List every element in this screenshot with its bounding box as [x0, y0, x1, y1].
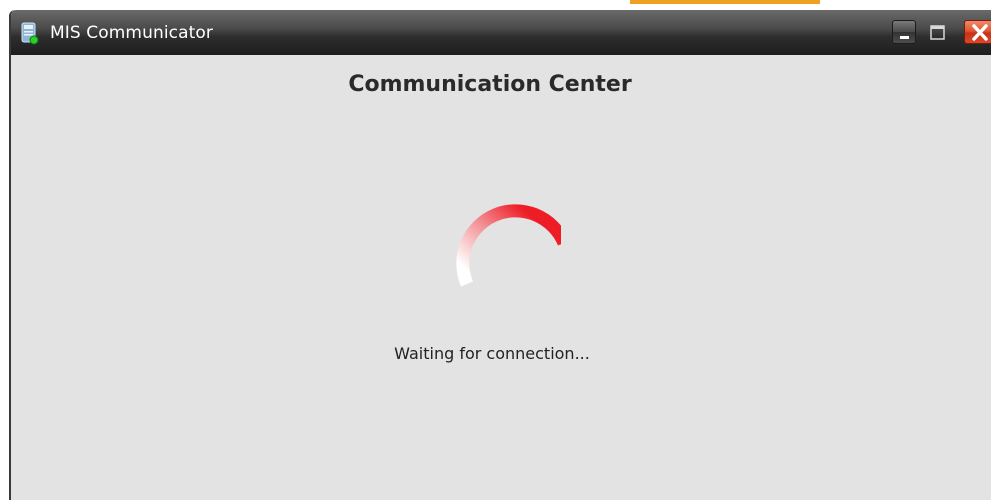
- close-icon: [972, 24, 988, 41]
- spinner-arc: [456, 204, 561, 287]
- window-title: MIS Communicator: [50, 23, 213, 43]
- app-window: MIS Communicator Communication Center Wa…: [9, 10, 991, 500]
- minimize-icon: [900, 36, 909, 39]
- app-icon: [21, 22, 39, 45]
- background-accent-line: [630, 0, 820, 4]
- maximize-button[interactable]: [924, 20, 948, 44]
- maximize-icon: [930, 25, 945, 40]
- connection-status-text: Waiting for connection...: [394, 344, 590, 363]
- minimize-button[interactable]: [892, 20, 916, 44]
- close-button[interactable]: [964, 20, 991, 44]
- page-heading: Communication Center: [348, 72, 632, 97]
- title-bar[interactable]: MIS Communicator: [11, 10, 991, 55]
- loading-spinner-icon: [456, 204, 561, 287]
